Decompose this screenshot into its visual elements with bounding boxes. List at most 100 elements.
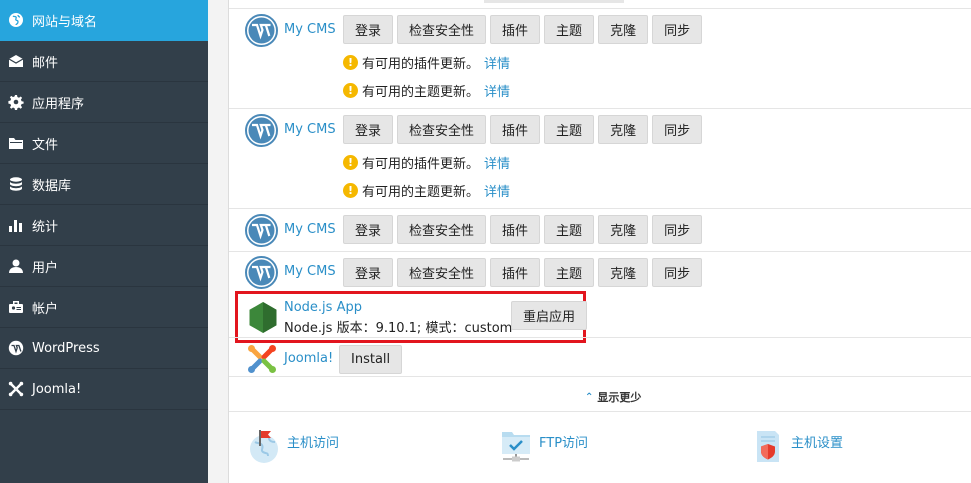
themes-button[interactable]: 主题 — [544, 258, 595, 287]
plugins-button[interactable]: 插件 — [490, 15, 541, 44]
briefcase-icon — [8, 299, 24, 315]
sync-button[interactable]: 同步 — [652, 215, 703, 244]
sidebar-item-label: 邮件 — [32, 55, 59, 71]
nodejs-logo-icon — [249, 302, 277, 333]
theme-update-notice: ! 有可用的主题更新。 详情 — [343, 181, 510, 200]
notice-text: 有可用的主题更新。 — [362, 185, 480, 200]
joomla-icon — [8, 381, 24, 397]
notice-text: 有可用的插件更新。 — [362, 157, 480, 172]
theme-update-notice: ! 有可用的主题更新。 详情 — [343, 81, 510, 100]
warning-icon: ! — [343, 55, 358, 70]
previous-row-edge — [229, 0, 971, 9]
row-divider — [229, 376, 971, 377]
details-link[interactable]: 详情 — [484, 53, 510, 72]
sidebar-item-account[interactable]: 帐户 — [0, 287, 208, 328]
sidebar-gutter — [208, 0, 229, 483]
restart-app-button[interactable]: 重启应用 — [511, 301, 588, 330]
details-link[interactable]: 详情 — [484, 153, 510, 172]
login-button[interactable]: 登录 — [343, 215, 394, 244]
sidebar-item-label: 数据库 — [32, 178, 72, 194]
app-actions: 登录 检查安全性 插件 主题 克隆 同步 — [343, 15, 703, 44]
app-actions: 登录 检查安全性 插件 主题 克隆 同步 — [343, 258, 703, 287]
app-row: My CMS 登录 检查安全性 插件 主题 克隆 同步 ! 有可用的插件更新。 … — [229, 109, 971, 209]
sidebar-item-label: 统计 — [32, 219, 59, 235]
sidebar-item-applications[interactable]: 应用程序 — [0, 82, 208, 123]
details-link[interactable]: 详情 — [484, 81, 510, 100]
sidebar-item-statistics[interactable]: 统计 — [0, 205, 208, 246]
plugins-button[interactable]: 插件 — [490, 258, 541, 287]
app-name-link[interactable]: My CMS — [284, 264, 336, 279]
user-icon — [8, 258, 24, 274]
sidebar-item-label: 帐户 — [32, 301, 59, 317]
sidebar-item-databases[interactable]: 数据库 — [0, 164, 208, 205]
clone-button[interactable]: 克隆 — [598, 258, 649, 287]
check-security-button[interactable]: 检查安全性 — [397, 215, 487, 244]
sidebar: 网站与域名 邮件 应用程序 文件 数据库 统计 用户 帐户 WordPress … — [0, 0, 208, 483]
app-row: My CMS 登录 检查安全性 插件 主题 克隆 同步 — [229, 209, 971, 252]
check-security-button[interactable]: 检查安全性 — [397, 115, 487, 144]
wordpress-logo-icon — [245, 256, 278, 289]
node-app-info: Node.js 版本：9.10.1; 模式：custom — [284, 321, 513, 336]
envelope-icon — [8, 53, 24, 69]
sidebar-item-label: WordPress — [32, 340, 100, 356]
sidebar-item-label: 网站与域名 — [32, 14, 98, 30]
themes-button[interactable]: 主题 — [544, 15, 595, 44]
sidebar-item-users[interactable]: 用户 — [0, 246, 208, 287]
sidebar-item-mail[interactable]: 邮件 — [0, 41, 208, 82]
login-button[interactable]: 登录 — [343, 15, 394, 44]
sidebar-item-files[interactable]: 文件 — [0, 123, 208, 164]
host-settings-icon — [757, 431, 779, 462]
plugins-button[interactable]: 插件 — [490, 215, 541, 244]
login-button[interactable]: 登录 — [343, 115, 394, 144]
plugins-button[interactable]: 插件 — [490, 115, 541, 144]
host-settings-link[interactable]: 主机设置 — [751, 428, 843, 464]
wordpress-logo-icon — [245, 214, 278, 247]
sidebar-item-websites-domains[interactable]: 网站与域名 — [0, 0, 208, 41]
sidebar-item-label: 用户 — [32, 260, 59, 276]
themes-button[interactable]: 主题 — [544, 215, 595, 244]
check-security-button[interactable]: 检查安全性 — [397, 15, 487, 44]
details-link[interactable]: 详情 — [484, 181, 510, 200]
database-icon — [8, 176, 24, 192]
login-button[interactable]: 登录 — [343, 258, 394, 287]
clone-button[interactable]: 克隆 — [598, 215, 649, 244]
sidebar-item-label: Joomla! — [32, 381, 82, 397]
clone-button[interactable]: 克隆 — [598, 15, 649, 44]
sidebar-item-wordpress[interactable]: WordPress — [0, 328, 208, 369]
app-name-link[interactable]: My CMS — [284, 222, 336, 237]
ftp-access-link[interactable]: FTP访问 — [499, 428, 588, 464]
plugin-update-notice: ! 有可用的插件更新。 详情 — [343, 153, 510, 172]
plugin-update-notice: ! 有可用的插件更新。 详情 — [343, 53, 510, 72]
quick-link-label: 主机设置 — [791, 436, 844, 451]
cut-off-button — [484, 0, 624, 3]
ftp-access-icon — [502, 432, 530, 462]
folder-icon — [8, 135, 24, 151]
sync-button[interactable]: 同步 — [652, 258, 703, 287]
app-actions: 登录 检查安全性 插件 主题 克隆 同步 — [343, 115, 703, 144]
globe-icon — [8, 12, 24, 28]
sync-button[interactable]: 同步 — [652, 15, 703, 44]
sidebar-item-joomla[interactable]: Joomla! — [0, 369, 208, 410]
themes-button[interactable]: 主题 — [544, 115, 595, 144]
check-security-button[interactable]: 检查安全性 — [397, 258, 487, 287]
gear-icon — [8, 94, 24, 110]
app-row: My CMS 登录 检查安全性 插件 主题 克隆 同步 ! 有可用的插件更新。 … — [229, 9, 971, 109]
main-content: My CMS 登录 检查安全性 插件 主题 克隆 同步 ! 有可用的插件更新。 … — [229, 0, 971, 483]
joomla-logo-icon — [248, 345, 276, 373]
quick-links-divider — [229, 411, 971, 412]
row-divider — [229, 337, 971, 338]
app-name-link[interactable]: My CMS — [284, 122, 336, 137]
app-row: My CMS 登录 检查安全性 插件 主题 克隆 同步 — [229, 252, 971, 289]
sync-button[interactable]: 同步 — [652, 115, 703, 144]
quick-link-label: FTP访问 — [539, 436, 589, 451]
node-app-name-link[interactable]: Node.js App — [284, 300, 362, 315]
show-less-toggle[interactable]: ⌃ 显示更少 — [585, 389, 641, 405]
app-name-link[interactable]: My CMS — [284, 22, 336, 37]
host-access-link[interactable]: 主机访问 — [247, 428, 339, 464]
notice-text: 有可用的插件更新。 — [362, 57, 480, 72]
clone-button[interactable]: 克隆 — [598, 115, 649, 144]
install-button[interactable]: Install — [339, 345, 403, 374]
notice-text: 有可用的主题更新。 — [362, 85, 480, 100]
sidebar-item-label: 文件 — [32, 137, 59, 153]
joomla-app-name-link[interactable]: Joomla! — [284, 351, 333, 366]
